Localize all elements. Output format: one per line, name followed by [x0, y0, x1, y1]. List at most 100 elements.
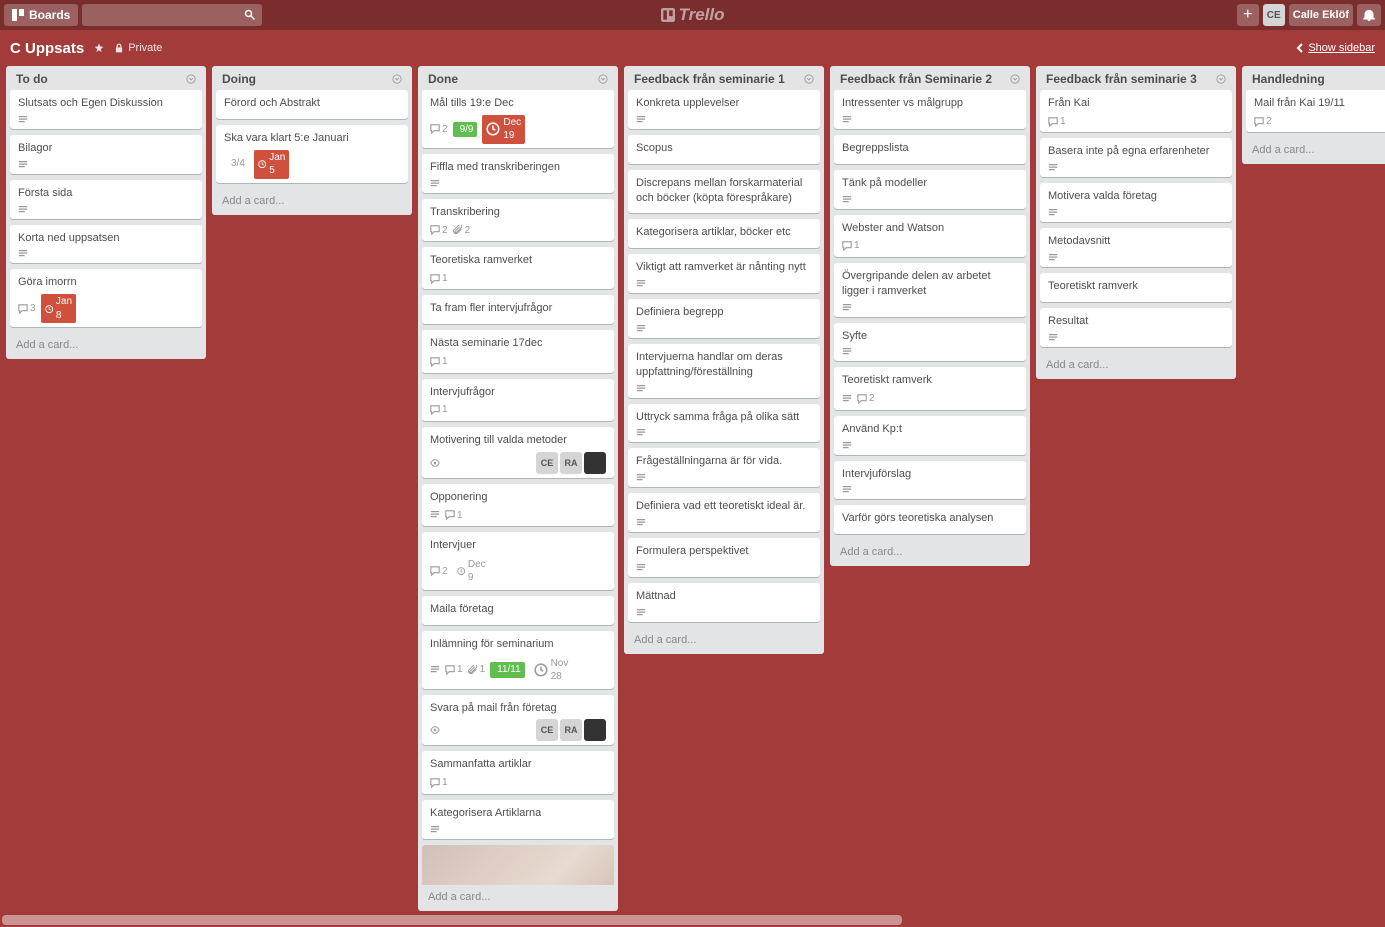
card[interactable]: Använd Kp:t — [834, 416, 1026, 455]
add-card-button[interactable]: Add a card... — [6, 333, 206, 359]
card[interactable]: Bilagor — [10, 135, 202, 174]
card[interactable]: Mättnad — [628, 583, 820, 622]
card[interactable]: Teoretiskt ramverk — [1040, 273, 1232, 302]
card[interactable]: Discrepans mellan forskarmaterial och bö… — [628, 170, 820, 214]
card[interactable]: Metodavsnitt — [1040, 228, 1232, 267]
card[interactable]: Från Kai1 — [1040, 90, 1232, 132]
horizontal-scrollbar[interactable] — [2, 915, 902, 925]
card[interactable]: Frågeställningarna är för vida. — [628, 448, 820, 487]
list-header[interactable]: Done — [418, 66, 618, 90]
card[interactable]: Teoretiskt ramverk2 — [834, 367, 1026, 409]
list-header[interactable]: To do — [6, 66, 206, 90]
add-button[interactable]: + — [1237, 4, 1259, 26]
card[interactable]: Begreppslista — [834, 135, 1026, 164]
card[interactable]: Ska vara klart 5:e Januari3/4Jan 5 — [216, 125, 408, 183]
board-header: C Uppsats Private Show sidebar — [0, 30, 1385, 66]
list-menu-button[interactable] — [1214, 72, 1228, 86]
checklist-badge: 11/11 — [490, 662, 525, 678]
list-header[interactable]: Feedback från Seminarie 2 — [830, 66, 1030, 90]
card[interactable]: Uttryck samma fråga på olika sätt — [628, 404, 820, 443]
list-header[interactable]: Doing — [212, 66, 412, 90]
card[interactable]: Intervjuerna handlar om deras uppfattnin… — [628, 344, 820, 398]
list-menu-button[interactable] — [802, 72, 816, 86]
card[interactable]: Förord och Abstrakt — [216, 90, 408, 119]
card[interactable]: Definiera vad ett teoretiskt ideal är. — [628, 493, 820, 532]
card[interactable]: Ta fram fler intervjufrågor — [422, 295, 614, 324]
card[interactable]: Viktigt att ramverket är nånting nytt — [628, 254, 820, 293]
boards-button[interactable]: Boards — [4, 4, 78, 26]
card[interactable]: Intervjufrågor1 — [422, 379, 614, 421]
member-avatar[interactable]: RA — [560, 719, 582, 741]
card[interactable]: Konkreta upplevelser — [628, 90, 820, 129]
card[interactable]: Övergripande delen av arbetet ligger i r… — [834, 263, 1026, 317]
comments-badge: 1 — [430, 776, 448, 790]
list-menu-button[interactable] — [390, 72, 404, 86]
card-title: Opponering — [430, 490, 606, 505]
privacy-button[interactable]: Private — [114, 42, 162, 54]
card-title: Första sida — [18, 186, 194, 201]
description-badge — [636, 518, 646, 528]
list-header[interactable]: Feedback från seminarie 1 — [624, 66, 824, 90]
card[interactable]: Teoretiska ramverket1 — [422, 247, 614, 289]
card[interactable]: Resultat — [1040, 308, 1232, 347]
card[interactable]: Nästa seminarie 17dec1 — [422, 330, 614, 372]
card[interactable]: Slutsats och Egen Diskussion — [10, 90, 202, 129]
card[interactable]: Mål tills 19:e Dec29/9Dec 19 — [422, 90, 614, 148]
add-card-button[interactable]: Add a card... — [212, 189, 412, 215]
card[interactable]: Motivering till valda metoderCERA — [422, 427, 614, 478]
board-name[interactable]: C Uppsats — [10, 40, 84, 57]
member-avatar[interactable]: CE — [536, 719, 558, 741]
card[interactable]: Maila företag — [422, 596, 614, 625]
card[interactable]: Syfte — [834, 323, 1026, 362]
card[interactable] — [422, 845, 614, 885]
card[interactable]: Tänk på modeller — [834, 170, 1026, 209]
member-avatar[interactable] — [584, 719, 606, 741]
card[interactable]: Mail från Kai 19/112 — [1246, 90, 1385, 132]
watch-badge — [430, 725, 440, 735]
card[interactable]: Fiffla med transkriberingen — [422, 154, 614, 193]
card[interactable]: Transkribering22 — [422, 199, 614, 241]
card[interactable]: Webster and Watson1 — [834, 215, 1026, 257]
list: DoingFörord och Abstrakt Ska vara klart 5… — [212, 66, 412, 215]
member-avatar[interactable]: RA — [560, 452, 582, 474]
card[interactable]: Kategorisera Artiklarna — [422, 800, 614, 839]
add-card-button[interactable]: Add a card... — [418, 885, 618, 911]
card[interactable]: Göra imorrn3Jan 8 — [10, 269, 202, 327]
card[interactable]: Scopus — [628, 135, 820, 164]
show-sidebar-button[interactable]: Show sidebar — [1295, 42, 1375, 54]
list-menu-button[interactable] — [1008, 72, 1022, 86]
member-avatar[interactable]: CE — [536, 452, 558, 474]
card[interactable]: Första sida — [10, 180, 202, 219]
add-card-button[interactable]: Add a card... — [830, 540, 1030, 566]
add-card-button[interactable]: Add a card... — [624, 628, 824, 654]
list-header[interactable]: Feedback från seminarie 3 — [1036, 66, 1236, 90]
card[interactable]: Opponering1 — [422, 484, 614, 526]
list-menu-button[interactable] — [596, 72, 610, 86]
add-card-button[interactable]: Add a card... — [1036, 353, 1236, 379]
search-input[interactable] — [82, 4, 262, 26]
board-canvas[interactable]: To doSlutsats och Egen Diskussion Bilagor… — [0, 66, 1385, 917]
list-menu-button[interactable] — [184, 72, 198, 86]
card[interactable]: Kategorisera artiklar, böcker etc — [628, 219, 820, 248]
card[interactable]: Varför görs teoretiska analysen — [834, 505, 1026, 534]
card[interactable]: Motivera valda företag — [1040, 183, 1232, 222]
trello-logo[interactable]: Trello — [661, 5, 725, 25]
add-card-button[interactable]: Add a card... — [1242, 138, 1385, 164]
card[interactable]: Inlämning för seminarium1111/11Nov 28 — [422, 631, 614, 689]
card[interactable]: Sammanfatta artiklar1 — [422, 751, 614, 793]
list-header[interactable]: Handledning — [1242, 66, 1385, 90]
card[interactable]: Intervjuförslag — [834, 461, 1026, 500]
comments-badge: 1 — [445, 663, 463, 677]
notifications-button[interactable] — [1357, 4, 1381, 26]
card[interactable]: Definiera begrepp — [628, 299, 820, 338]
card[interactable]: Korta ned uppsatsen — [10, 225, 202, 264]
star-button[interactable] — [94, 43, 104, 53]
user-avatar[interactable]: CE — [1263, 4, 1285, 26]
card[interactable]: Basera inte på egna erfarenheter — [1040, 138, 1232, 177]
member-avatar[interactable] — [584, 452, 606, 474]
card[interactable]: Svara på mail från företagCERA — [422, 695, 614, 746]
card[interactable]: Intervjuer2Dec 9 — [422, 532, 614, 590]
card[interactable]: Intressenter vs målgrupp — [834, 90, 1026, 129]
user-menu[interactable]: Calle Eklöf — [1289, 4, 1353, 26]
card[interactable]: Formulera perspektivet — [628, 538, 820, 577]
